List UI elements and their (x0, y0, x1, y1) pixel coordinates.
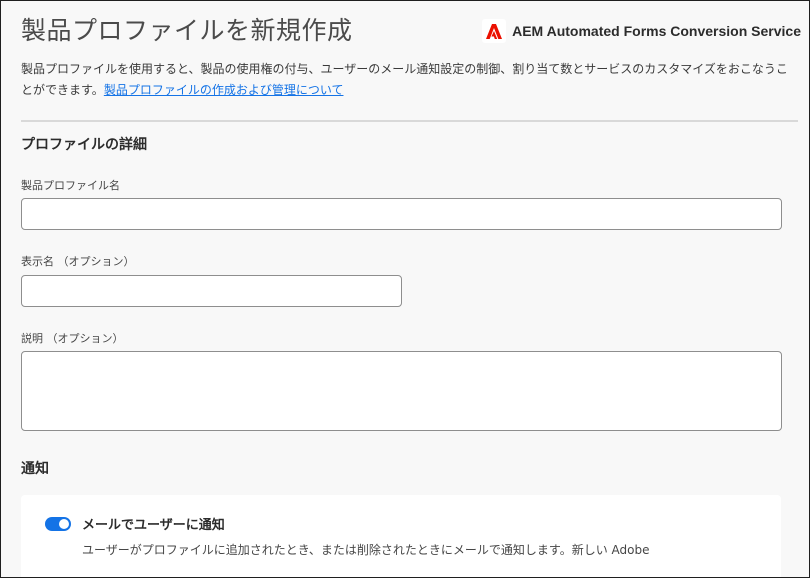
intro-description: 製品プロファイルを使用すると、製品の使用権の付与、ユーザーのメール通知設定の制御… (21, 59, 791, 101)
page-title: 製品プロファイルを新規作成 (21, 16, 353, 45)
profile-details-heading: プロファイルの詳細 (21, 137, 147, 153)
toggle-knob (59, 519, 69, 529)
email-notify-description: ユーザーがプロファイルに追加されたとき、または削除されたときにメールで通知します… (82, 543, 650, 557)
email-notify-label: メールでユーザーに通知 (82, 518, 225, 533)
adobe-logo-icon (482, 19, 507, 43)
service-name: AEM Automated Forms Conversion Service (512, 23, 801, 39)
profile-help-link[interactable]: 製品プロファイルの作成および管理について (104, 83, 344, 97)
profile-name-label: 製品プロファイル名 (21, 179, 120, 192)
header: 製品プロファイルを新規作成 AEM Automated Forms Conver… (21, 11, 801, 51)
display-name-input[interactable] (21, 275, 402, 307)
email-notify-toggle[interactable] (45, 517, 71, 531)
description-textarea[interactable] (21, 351, 782, 431)
description-label: 説明 （オプション） (21, 332, 124, 345)
display-name-label: 表示名 （オプション） (21, 255, 135, 268)
divider (21, 120, 798, 122)
notification-heading: 通知 (21, 461, 49, 477)
notification-card: メールでユーザーに通知 ユーザーがプロファイルに追加されたとき、または削除された… (21, 495, 781, 577)
service-badge: AEM Automated Forms Conversion Service (482, 18, 801, 44)
create-profile-dialog: 製品プロファイルを新規作成 AEM Automated Forms Conver… (0, 0, 810, 578)
profile-name-input[interactable] (21, 198, 782, 230)
